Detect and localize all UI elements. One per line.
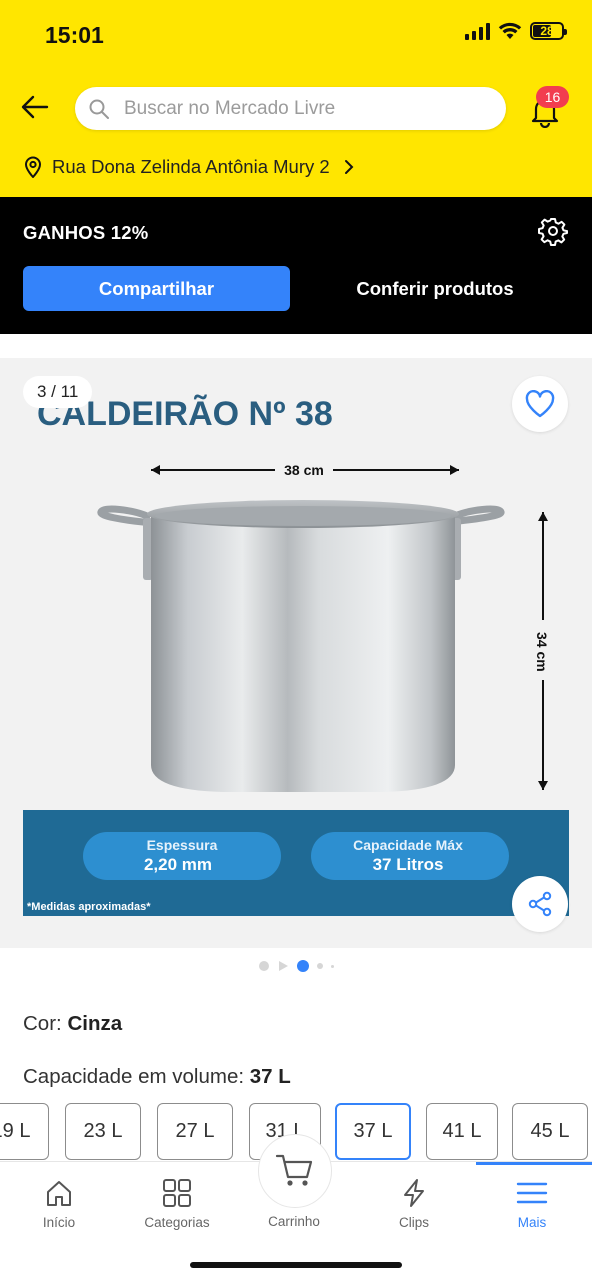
pagination-dot <box>258 961 269 971</box>
top-header: 15:01 28 Buscar no Mercado Livre 16 Rua … <box>0 0 592 197</box>
nav-cart-label: Carrinho <box>268 1214 320 1229</box>
gallery-pagination <box>0 960 592 972</box>
wifi-icon <box>498 22 522 39</box>
nav-home-label: Início <box>42 1215 76 1230</box>
delivery-address[interactable]: Rua Dona Zelinda Antônia Mury 2 <box>24 156 354 178</box>
gear-icon <box>538 218 568 246</box>
nav-more-label: Mais <box>517 1215 547 1230</box>
height-dimension: 34 cm <box>534 512 550 790</box>
nav-home[interactable]: Início <box>9 1178 109 1230</box>
favorite-button[interactable] <box>512 376 568 432</box>
nav-cart[interactable] <box>258 1134 332 1208</box>
capacity-option[interactable]: 23 L <box>65 1103 141 1160</box>
battery-icon: 28 <box>530 22 567 40</box>
back-button[interactable] <box>18 90 52 124</box>
svg-text:34 cm: 34 cm <box>534 632 550 672</box>
status-icons: 28 <box>465 22 567 40</box>
grid-icon <box>163 1179 191 1207</box>
active-tab-indicator <box>476 1162 592 1165</box>
gains-label: GANHOS 12% <box>23 222 149 243</box>
heart-icon <box>525 390 555 418</box>
video-play-icon <box>278 961 288 971</box>
share-button[interactable]: Compartilhar <box>23 266 290 311</box>
check-products-button[interactable]: Conferir produtos <box>300 266 570 311</box>
nav-clips-label: Clips <box>398 1215 429 1230</box>
search-icon <box>89 99 109 119</box>
home-indicator <box>190 1262 402 1268</box>
share-icon <box>528 891 552 917</box>
nav-clips[interactable]: Clips <box>364 1178 464 1230</box>
capacity-option-selected[interactable]: 37 L <box>335 1103 411 1160</box>
cellular-signal-icon <box>465 22 490 40</box>
pagination-dot-active <box>296 960 309 972</box>
settings-button[interactable] <box>538 216 568 246</box>
capacity-label: Capacidade em volume: <box>23 1065 245 1088</box>
width-dimension: 38 cm <box>151 462 459 478</box>
color-label: Cor: <box>23 1012 62 1035</box>
address-text: Rua Dona Zelinda Antônia Mury 2 <box>52 156 330 177</box>
nav-categories-label: Categorias <box>144 1215 210 1230</box>
nav-more[interactable]: Mais <box>482 1178 582 1230</box>
arrow-left-icon <box>21 95 49 119</box>
search-bar[interactable] <box>75 87 506 130</box>
status-time: 15:01 <box>45 22 104 48</box>
menu-icon <box>516 1182 548 1204</box>
battery-level: 28 <box>540 24 554 38</box>
image-counter: 3 / 11 <box>23 376 93 408</box>
clips-icon <box>404 1179 424 1207</box>
capacity-option[interactable]: 19 L <box>0 1103 49 1160</box>
capacity-value: 37 Litros <box>373 855 444 874</box>
pagination-dot <box>316 963 323 969</box>
color-variant: Cor: Cinza <box>23 1012 122 1036</box>
chevron-right-icon <box>344 160 354 174</box>
nav-categories[interactable]: Categorias <box>127 1178 227 1230</box>
thickness-title: Espessura <box>147 837 218 853</box>
measures-note: *Medidas aproximadas* <box>27 901 151 913</box>
capacity-option[interactable]: 41 L <box>426 1103 498 1160</box>
cart-icon <box>275 1154 313 1186</box>
notification-badge: 16 <box>536 86 569 108</box>
status-bar: 15:01 28 <box>0 0 592 70</box>
share-image-button[interactable] <box>512 876 568 932</box>
capacity-title: Capacidade Máx <box>353 837 463 853</box>
home-icon <box>47 1181 71 1206</box>
capacity-option[interactable]: 27 L <box>157 1103 233 1160</box>
color-value: Cinza <box>67 1012 123 1035</box>
svg-text:38 cm: 38 cm <box>284 462 324 478</box>
capacity-variant: Capacidade em volume: 37 L <box>23 1065 291 1089</box>
thickness-value: 2,20 mm <box>144 855 212 874</box>
product-image[interactable]: CALDEIRÃO Nº 38 38 cm 34 cm Espessura 2,… <box>23 370 569 916</box>
search-input[interactable] <box>124 97 464 120</box>
capacity-selected-value: 37 L <box>249 1065 291 1088</box>
pagination-dot <box>330 964 334 968</box>
location-pin-icon <box>24 156 42 178</box>
capacity-option[interactable]: 45 L <box>512 1103 588 1160</box>
